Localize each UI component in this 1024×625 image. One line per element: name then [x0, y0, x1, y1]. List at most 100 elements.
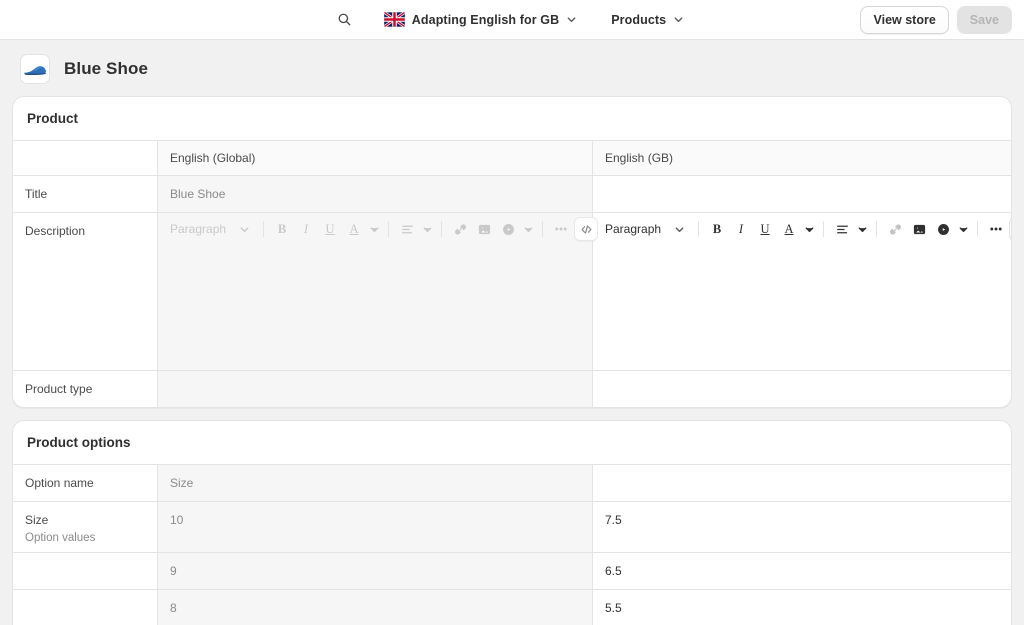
media-chevron[interactable] [956, 218, 970, 240]
toolbar-divider [977, 221, 978, 237]
option-value-row: Size Option values 10 7.5 [13, 501, 1011, 552]
option-value-target-input[interactable]: 6.5 [593, 553, 1011, 589]
target-locale-label: English (GB) [605, 151, 674, 165]
description-source-editor: Paragraph B I U A [158, 213, 598, 370]
option-name-target-input[interactable] [593, 465, 1011, 501]
title-source-value: Blue Shoe [170, 187, 226, 201]
product-card: Product English (Global) English (GB) Ti… [12, 96, 1012, 408]
target-description-body[interactable] [593, 245, 1011, 370]
more-options-icon[interactable] [985, 218, 1007, 240]
option-name-row: Option name Size [13, 464, 1011, 501]
chevron-down-icon [567, 17, 576, 23]
target-paragraph-style-select[interactable]: Paragraph [599, 219, 691, 239]
italic-icon[interactable]: I [730, 218, 752, 240]
description-target-editor[interactable]: Paragraph B I U A [593, 213, 1011, 370]
link-icon[interactable] [884, 218, 906, 240]
option-value-source-cell: 10 [158, 502, 593, 552]
save-button[interactable]: Save [956, 6, 1012, 34]
text-color-icon[interactable]: A [343, 218, 365, 240]
header-source-cell: English (Global) [158, 141, 593, 175]
video-icon[interactable] [932, 218, 954, 240]
product-type-label-cell: Product type [13, 371, 158, 407]
blue-shoe-icon [24, 66, 46, 76]
video-play-icon [937, 223, 949, 235]
link-icon[interactable] [449, 218, 471, 240]
link-chain-icon [889, 223, 901, 235]
description-row: Description Paragraph B I U A Paragraph … [13, 212, 1011, 370]
bold-icon[interactable]: B [706, 218, 728, 240]
title-row-label-cell: Title [13, 176, 158, 212]
title-target-input[interactable] [593, 176, 1011, 212]
option-value-target: 7.5 [605, 513, 622, 527]
product-type-target-input[interactable] [593, 371, 1011, 407]
chevron-down-icon [674, 17, 683, 23]
more-options-icon[interactable] [550, 218, 572, 240]
link-chain-icon [454, 223, 466, 235]
ellipsis-icon [555, 227, 567, 231]
option-values-title: Size [25, 513, 49, 527]
option-value-source: 9 [170, 564, 177, 578]
title-row: Title Blue Shoe [13, 175, 1011, 212]
product-type-source-cell [158, 371, 593, 407]
underline-icon[interactable]: U [754, 218, 776, 240]
chevron-down-icon [240, 226, 249, 232]
view-store-button[interactable]: View store [860, 6, 949, 34]
page-title: Blue Shoe [64, 59, 149, 78]
bold-icon[interactable]: B [271, 218, 293, 240]
title-row-label: Title [25, 187, 48, 201]
media-chevron[interactable] [521, 218, 535, 240]
ellipsis-icon [990, 227, 1002, 231]
title-source-cell: Blue Shoe [158, 176, 593, 212]
uk-flag-icon [383, 12, 405, 27]
locale-switcher[interactable]: Adapting English for GB [376, 8, 585, 31]
product-card-title: Product [27, 111, 79, 126]
toolbar-divider [823, 221, 824, 237]
product-type-row: Product type [13, 370, 1011, 407]
code-view-icon [581, 224, 591, 234]
option-value-row: 8 5.5 [13, 589, 1011, 625]
chevron-down-icon [675, 226, 684, 232]
source-description-body [158, 245, 592, 370]
resource-switcher[interactable]: Products [603, 9, 692, 31]
option-name-source-value: Size [170, 476, 194, 490]
product-options-card-title: Product options [27, 435, 131, 450]
topbar-center-group: Adapting English for GB Products [332, 7, 692, 33]
option-value-source: 10 [170, 513, 184, 527]
video-icon[interactable] [497, 218, 519, 240]
option-value-target-input[interactable]: 7.5 [593, 502, 1011, 552]
target-editor-toolbar: Paragraph B I U A [593, 213, 1011, 245]
image-picture-icon [478, 224, 490, 234]
image-icon[interactable] [908, 218, 930, 240]
toolbar-divider [698, 221, 699, 237]
resource-label: Products [611, 12, 667, 27]
underline-icon[interactable]: U [319, 218, 341, 240]
italic-icon[interactable]: I [295, 218, 317, 240]
chevron-down-icon [959, 226, 967, 232]
align-icon[interactable] [831, 218, 853, 240]
text-color-chevron[interactable] [367, 218, 381, 240]
align-left-icon [401, 225, 413, 233]
source-paragraph-style-label: Paragraph [170, 222, 227, 236]
text-color-chevron[interactable] [802, 218, 816, 240]
align-icon[interactable] [396, 218, 418, 240]
text-color-icon[interactable]: A [778, 218, 800, 240]
search-button[interactable] [332, 7, 358, 33]
product-options-card: Product options Option name Size Size Op… [12, 420, 1012, 625]
toolbar-divider [263, 221, 264, 237]
product-type-label: Product type [25, 382, 93, 396]
source-paragraph-style-select[interactable]: Paragraph [164, 219, 256, 239]
target-code-view-button[interactable] [1009, 217, 1011, 241]
content-area: Product English (Global) English (GB) Ti… [0, 96, 1024, 625]
align-chevron[interactable] [420, 218, 434, 240]
option-name-source-cell: Size [158, 465, 593, 501]
image-icon[interactable] [473, 218, 495, 240]
source-locale-label: English (Global) [170, 151, 256, 165]
description-row-label: Description [25, 224, 86, 238]
top-navigation-bar: Adapting English for GB Products View st… [0, 0, 1024, 40]
header-label-cell [13, 141, 158, 175]
align-chevron[interactable] [855, 218, 869, 240]
option-value-source-cell: 9 [158, 553, 593, 589]
option-value-target-input[interactable]: 5.5 [593, 590, 1011, 625]
search-icon [338, 13, 351, 26]
image-picture-icon [913, 224, 925, 234]
